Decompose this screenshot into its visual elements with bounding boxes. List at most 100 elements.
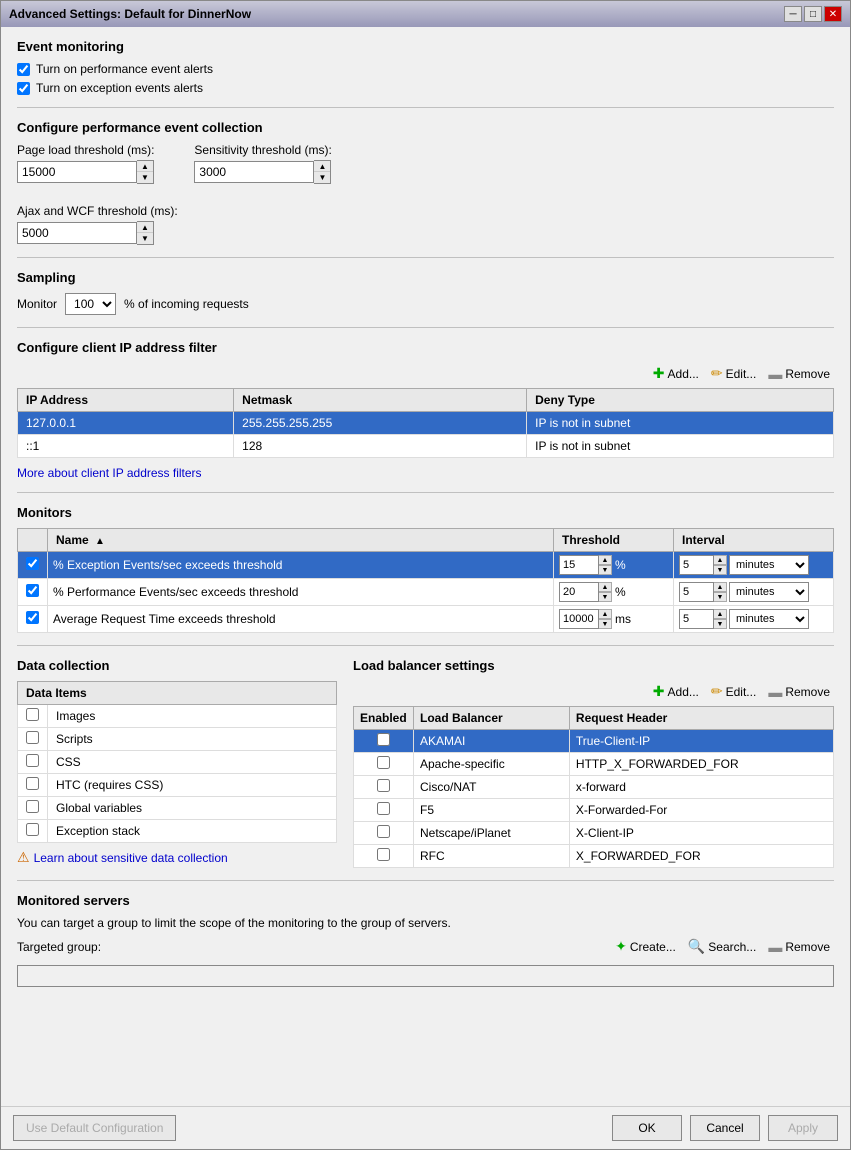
css-checkbox[interactable] [26,754,39,767]
exception-stack-checkbox[interactable] [26,823,39,836]
lb-remove-button[interactable]: ▬ Remove [764,682,834,702]
table-row[interactable]: AKAMAI True-Client-IP [354,730,834,753]
lb-enabled-checkbox[interactable] [377,825,390,838]
scripts-checkbox[interactable] [26,731,39,744]
ip-remove-button[interactable]: ▬ Remove [764,364,834,384]
interval-spin-buttons: ▲ ▼ [714,609,727,629]
global-vars-checkbox[interactable] [26,800,39,813]
cancel-button[interactable]: Cancel [690,1115,760,1141]
ajax-input[interactable] [17,222,137,244]
sensitivity-down[interactable]: ▼ [314,172,330,183]
list-item: CSS [18,751,337,774]
sensitivity-group: Sensitivity threshold (ms): ▲ ▼ [194,143,331,184]
servers-remove-button[interactable]: ▬ Remove [764,937,834,957]
table-row[interactable]: F5 X-Forwarded-For [354,799,834,822]
monitor-interval-header: Interval [674,529,834,552]
threshold-row: Page load threshold (ms): ▲ ▼ Sensitivit… [17,143,834,194]
table-row[interactable]: Netscape/iPlanet X-Client-IP [354,822,834,845]
monitor-name-cell: % Performance Events/sec exceeds thresho… [48,579,554,606]
page-load-input[interactable] [17,161,137,183]
interval-container: ▲ ▼ minutes seconds hours [679,582,828,602]
page-load-up[interactable]: ▲ [137,161,153,172]
ajax-down[interactable]: ▼ [137,233,153,244]
table-row[interactable]: Apache-specific HTTP_X_FORWARDED_FOR [354,753,834,776]
maximize-button[interactable]: □ [804,6,822,22]
threshold-input[interactable] [559,582,599,602]
threshold-input[interactable] [559,555,599,575]
monitor-row[interactable]: % Performance Events/sec exceeds thresho… [18,579,834,606]
threshold-input[interactable] [559,609,599,629]
lb-enabled-checkbox[interactable] [377,802,390,815]
monitor-row-checkbox[interactable] [26,584,39,597]
threshold-up[interactable]: ▲ [599,609,612,619]
ajax-up[interactable]: ▲ [137,222,153,233]
ip-cell: ::1 [18,435,234,458]
ip-more-link[interactable]: More about client IP address filters [17,466,202,480]
lb-edit-button[interactable]: ✏ Edit... [707,681,760,702]
two-col-section: Data collection Data Items Images [17,658,834,868]
learn-link[interactable]: Learn about sensitive data collection [34,851,228,865]
ip-edit-button[interactable]: ✏ Edit... [707,363,760,384]
use-default-button[interactable]: Use Default Configuration [13,1115,176,1141]
load-balancer-title: Load balancer settings [353,658,834,673]
monitor-row[interactable]: % Exception Events/sec exceeds threshold… [18,552,834,579]
close-button[interactable]: ✕ [824,6,842,22]
lb-enabled-checkbox[interactable] [377,756,390,769]
search-button[interactable]: 🔍 Search... [684,936,760,957]
bottom-right: OK Cancel Apply [612,1115,838,1141]
table-row[interactable]: Cisco/NAT x-forward [354,776,834,799]
exception-alerts-checkbox[interactable] [17,82,30,95]
interval-up[interactable]: ▲ [714,609,727,619]
create-button[interactable]: ✦ Create... [611,936,680,957]
threshold-up[interactable]: ▲ [599,555,612,565]
lb-enabled-checkbox[interactable] [377,779,390,792]
create-icon: ✦ [615,938,627,955]
threshold-down[interactable]: ▼ [599,592,612,602]
lb-edit-icon: ✏ [711,683,723,700]
interval-input[interactable] [679,555,714,575]
lb-enabled-checkbox[interactable] [377,733,390,746]
interval-input[interactable] [679,582,714,602]
threshold-down[interactable]: ▼ [599,619,612,629]
targeted-group-input[interactable] [17,965,834,987]
interval-up[interactable]: ▲ [714,582,727,592]
interval-unit-select[interactable]: minutes seconds hours [729,582,809,602]
data-items-header: Data Items [18,682,337,705]
htc-checkbox[interactable] [26,777,39,790]
perf-alerts-checkbox[interactable] [17,63,30,76]
sensitivity-input[interactable] [194,161,314,183]
monitor-name-cell: % Exception Events/sec exceeds threshold [48,552,554,579]
ip-add-button[interactable]: ✚ Add... [649,363,703,384]
lb-header-cell: X-Client-IP [569,822,833,845]
interval-unit-select[interactable]: minutes seconds hours [729,609,809,629]
sensitivity-spinbox: ▲ ▼ [194,160,331,184]
list-item: Exception stack [18,820,337,843]
interval-down[interactable]: ▼ [714,565,727,575]
event-monitoring-section: Event monitoring Turn on performance eve… [17,39,834,95]
interval-input[interactable] [679,609,714,629]
monitor-row-checkbox[interactable] [26,557,39,570]
interval-up[interactable]: ▲ [714,555,727,565]
table-row[interactable]: 127.0.0.1 255.255.255.255 IP is not in s… [18,412,834,435]
table-row[interactable]: RFC X_FORWARDED_FOR [354,845,834,868]
lb-add-button[interactable]: ✚ Add... [649,681,703,702]
lb-enabled-checkbox[interactable] [377,848,390,861]
minimize-button[interactable]: ─ [784,6,802,22]
sensitivity-up[interactable]: ▲ [314,161,330,172]
table-row[interactable]: ::1 128 IP is not in subnet [18,435,834,458]
page-load-down[interactable]: ▼ [137,172,153,183]
images-checkbox[interactable] [26,708,39,721]
threshold-down[interactable]: ▼ [599,565,612,575]
interval-unit-select[interactable]: minutes seconds hours [729,555,809,575]
monitor-row-checkbox[interactable] [26,611,39,624]
monitor-select[interactable]: 100 50 25 10 [65,293,116,315]
ip-edit-label: Edit... [726,367,757,381]
monitor-name-cell: Average Request Time exceeds threshold [48,606,554,633]
threshold-up[interactable]: ▲ [599,582,612,592]
apply-button[interactable]: Apply [768,1115,838,1141]
interval-down[interactable]: ▼ [714,592,727,602]
ok-button[interactable]: OK [612,1115,682,1141]
interval-down[interactable]: ▼ [714,619,727,629]
monitor-row[interactable]: Average Request Time exceeds threshold ▲… [18,606,834,633]
bottom-left: Use Default Configuration [13,1115,176,1141]
